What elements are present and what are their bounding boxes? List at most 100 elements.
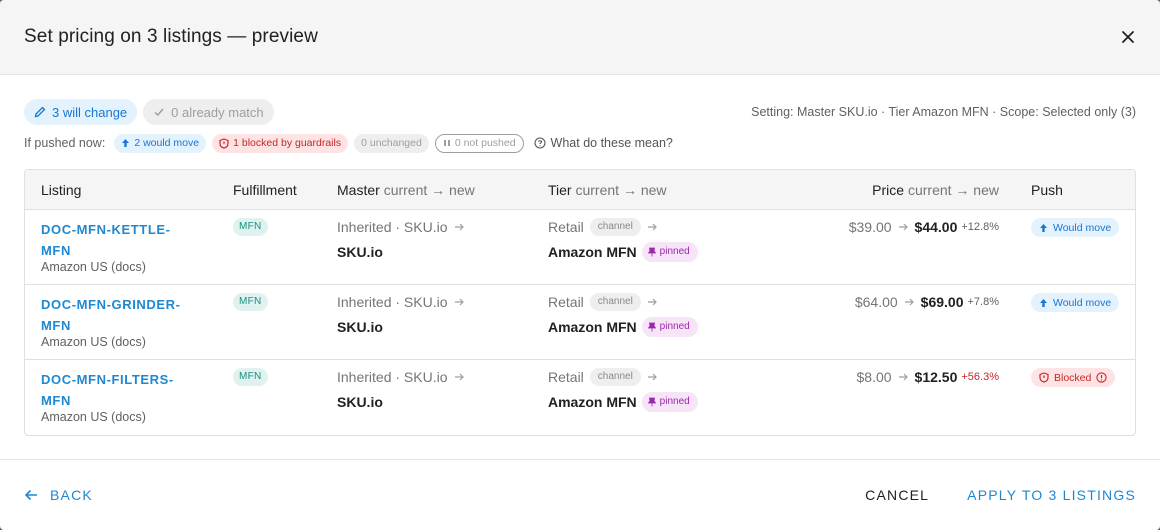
header-master-sub: current → new — [383, 182, 475, 198]
header-tier-label: Tier — [548, 182, 572, 198]
arrow-up-icon — [1040, 298, 1047, 307]
push-status-badge: Would move — [1031, 293, 1120, 312]
back-button[interactable]: Back — [24, 487, 93, 503]
pinned-tag-label: pinned — [659, 321, 690, 332]
close-icon — [1122, 31, 1134, 43]
help-link[interactable]: What do these mean? — [533, 136, 673, 150]
price-current: $39.00 — [848, 219, 892, 235]
push-status-badge: Would move — [1031, 218, 1120, 237]
shield-icon — [219, 137, 229, 149]
arrow-right-icon — [454, 298, 464, 306]
cancel-button[interactable]: Cancel — [865, 487, 929, 503]
arrow-left-icon — [24, 489, 37, 501]
check-icon — [154, 108, 164, 117]
price-delta: +56.3% — [961, 371, 999, 383]
pinned-tag: pinned — [641, 242, 698, 262]
listing-sku-link[interactable]: DOC-MFN-FILTERS-MFN — [41, 369, 191, 411]
pin-icon — [647, 247, 656, 257]
blocked-label: 1 blocked by guardrails — [233, 137, 342, 149]
listing-sku-link[interactable]: DOC-MFN-GRINDER-MFN — [41, 294, 191, 336]
apply-button[interactable]: Apply to 3 listings — [967, 487, 1136, 503]
tier-new-text: Amazon MFN — [548, 319, 637, 335]
tier-new: Amazon MFN pinned — [548, 392, 698, 412]
setting-scope-text: Setting: Master SKU.io · Tier Amazon MFN… — [751, 105, 1136, 119]
summary-row: 3 will change 0 already match Setting: M… — [24, 99, 1136, 125]
price-change: $39.00 $44.00 +12.8% — [849, 219, 999, 235]
arrow-up-icon — [122, 139, 130, 147]
already-match-chip[interactable]: 0 already match — [143, 99, 274, 125]
channel-tag: channel — [589, 293, 641, 311]
header-tier-sub: current → new — [575, 182, 667, 198]
header-price-label: Price — [872, 182, 905, 198]
tier-current-text: Retail — [548, 219, 584, 235]
header-price-sub: current → new — [907, 182, 999, 198]
arrow-right-icon — [647, 373, 657, 381]
price-new: $69.00 — [920, 294, 964, 310]
master-current-text: Inherited · SKU.io — [337, 219, 448, 235]
pause-icon — [443, 140, 450, 146]
unchanged-label: 0 unchanged — [361, 137, 422, 149]
price-delta: +7.8% — [967, 296, 1000, 308]
header-listing: Listing — [41, 182, 82, 198]
fulfillment-badge: MFN — [233, 218, 268, 236]
listing-store: Amazon US (docs) — [41, 410, 146, 424]
push-status-label: Would move — [1053, 221, 1112, 234]
pinned-tag: pinned — [641, 317, 698, 337]
table-header: Listing Fulfillment Master current → new… — [25, 170, 1135, 210]
would-move-chip[interactable]: 2 would move — [114, 133, 207, 153]
channel-tag: channel — [589, 218, 641, 236]
master-current: Inherited · SKU.io — [337, 369, 465, 385]
not-pushed-label: 0 not pushed — [454, 137, 516, 149]
back-label: Back — [50, 487, 93, 503]
tier-new: Amazon MFN pinned — [548, 317, 698, 337]
will-change-label: 3 will change — [52, 104, 128, 120]
header-master: Master current → new — [337, 182, 475, 198]
header-master-label: Master — [337, 182, 380, 198]
price-change: $64.00 $69.00 +7.8% — [855, 294, 999, 310]
price-current: $8.00 — [856, 369, 892, 385]
pinned-tag: pinned — [641, 392, 698, 412]
blocked-chip[interactable]: 1 blocked by guardrails — [212, 133, 349, 153]
tier-current-text: Retail — [548, 369, 584, 385]
price-change: $8.00 $12.50 +56.3% — [857, 369, 1000, 385]
listing-store: Amazon US (docs) — [41, 335, 146, 349]
master-new: SKU.io — [337, 394, 383, 410]
arrow-right-icon — [904, 298, 914, 306]
dialog-footer: Back Cancel Apply to 3 listings — [0, 459, 1160, 530]
header-price: Price current → new — [872, 182, 999, 198]
header-fulfillment: Fulfillment — [233, 182, 297, 198]
master-current-text: Inherited · SKU.io — [337, 294, 448, 310]
tier-current: Retail channel — [548, 293, 658, 311]
tier-new-text: Amazon MFN — [548, 244, 637, 260]
price-new: $44.00 — [914, 219, 958, 235]
tier-new-text: Amazon MFN — [548, 394, 637, 410]
tier-new: Amazon MFN pinned — [548, 242, 698, 262]
help-label: What do these mean? — [550, 136, 673, 150]
listing-store: Amazon US (docs) — [41, 260, 146, 274]
pencil-icon — [34, 106, 46, 118]
will-change-chip[interactable]: 3 will change — [24, 99, 138, 125]
header-push: Push — [1031, 182, 1063, 198]
not-pushed-chip[interactable]: 0 not pushed — [434, 133, 524, 153]
close-button[interactable] — [1112, 21, 1144, 53]
info-icon[interactable] — [1096, 372, 1108, 383]
arrow-up-icon — [1040, 223, 1047, 232]
arrow-right-icon — [898, 373, 908, 381]
table-row: DOC-MFN-KETTLE-MFN Amazon US (docs) MFN … — [25, 210, 1135, 285]
arrow-right-icon — [454, 373, 464, 381]
pinned-tag-label: pinned — [659, 396, 690, 407]
push-status-badge[interactable]: Blocked — [1031, 368, 1116, 387]
price-new: $12.50 — [914, 369, 958, 385]
table-row: DOC-MFN-GRINDER-MFN Amazon US (docs) MFN… — [25, 285, 1135, 360]
listing-sku-link[interactable]: DOC-MFN-KETTLE-MFN — [41, 219, 191, 261]
price-current: $64.00 — [854, 294, 898, 310]
pricing-preview-dialog: Set pricing on 3 listings — preview 3 wi… — [0, 0, 1160, 530]
arrow-right-icon — [647, 298, 657, 306]
unchanged-chip[interactable]: 0 unchanged — [354, 133, 429, 153]
master-new: SKU.io — [337, 319, 383, 335]
master-new: SKU.io — [337, 244, 383, 260]
push-status-label: Blocked — [1054, 371, 1092, 384]
master-current: Inherited · SKU.io — [337, 294, 465, 310]
arrow-right-icon — [454, 223, 464, 231]
push-status-label: Would move — [1053, 296, 1112, 309]
